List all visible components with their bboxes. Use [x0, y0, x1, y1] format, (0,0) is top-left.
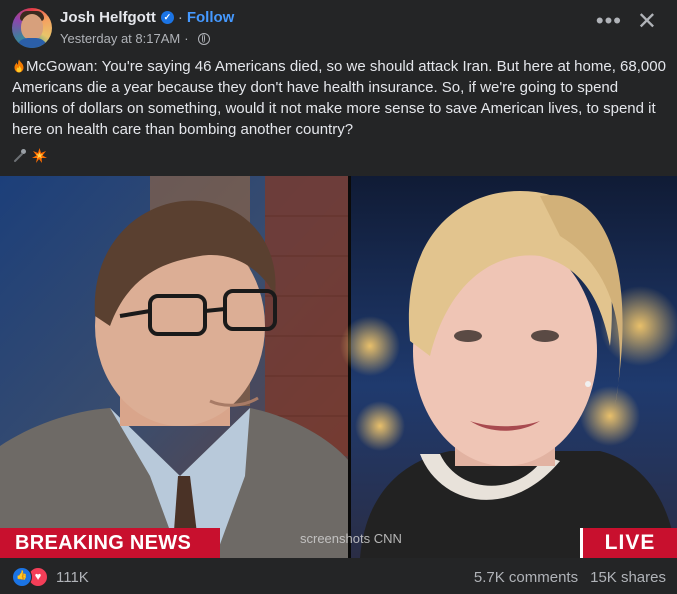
fire-emoji-icon — [14, 59, 24, 73]
follow-button[interactable]: Follow — [187, 9, 235, 26]
author-row: Josh Helfgott ✓ · Follow — [60, 9, 234, 26]
more-options-icon[interactable]: ••• — [596, 10, 622, 32]
post-meta: Yesterday at 8:17AM · — [60, 31, 210, 46]
video-frame-image — [0, 176, 677, 558]
author-avatar[interactable] — [12, 8, 52, 48]
like-icon — [12, 567, 32, 587]
post-body-text: McGowan: You're saying 46 Americans died… — [12, 58, 666, 138]
globe-icon[interactable] — [197, 32, 210, 45]
engagement-stats: 5.7K comments 15K shares — [474, 569, 666, 586]
post-footer: ♥ 111K 5.7K comments 15K shares — [0, 558, 677, 594]
shares-count[interactable]: 15K shares — [590, 569, 666, 586]
meta-separator-dot: · — [184, 31, 189, 46]
post-timestamp[interactable]: Yesterday at 8:17AM — [60, 31, 180, 46]
separator-dot: · — [177, 9, 183, 26]
video-watermark: screenshots CNN — [300, 531, 402, 546]
close-icon[interactable]: ✕ — [637, 10, 657, 34]
facebook-post: Josh Helfgott ✓ · Follow Yesterday at 8:… — [0, 0, 677, 594]
post-header: Josh Helfgott ✓ · Follow Yesterday at 8:… — [0, 0, 677, 52]
live-banner: LIVE — [580, 528, 677, 558]
author-name[interactable]: Josh Helfgott — [60, 9, 156, 26]
post-video-media[interactable] — [0, 176, 677, 558]
post-emoji-line — [12, 147, 48, 165]
verified-badge-icon: ✓ — [160, 11, 174, 24]
reactions-summary[interactable]: ♥ 111K — [12, 567, 89, 587]
collision-emoji-icon — [31, 147, 48, 164]
comments-count[interactable]: 5.7K comments — [474, 569, 578, 586]
breaking-news-banner: BREAKING NEWS — [0, 528, 220, 558]
post-text: McGowan: You're saying 46 Americans died… — [12, 56, 667, 140]
microphone-emoji-icon — [12, 147, 29, 164]
reaction-count[interactable]: 111K — [56, 569, 89, 586]
